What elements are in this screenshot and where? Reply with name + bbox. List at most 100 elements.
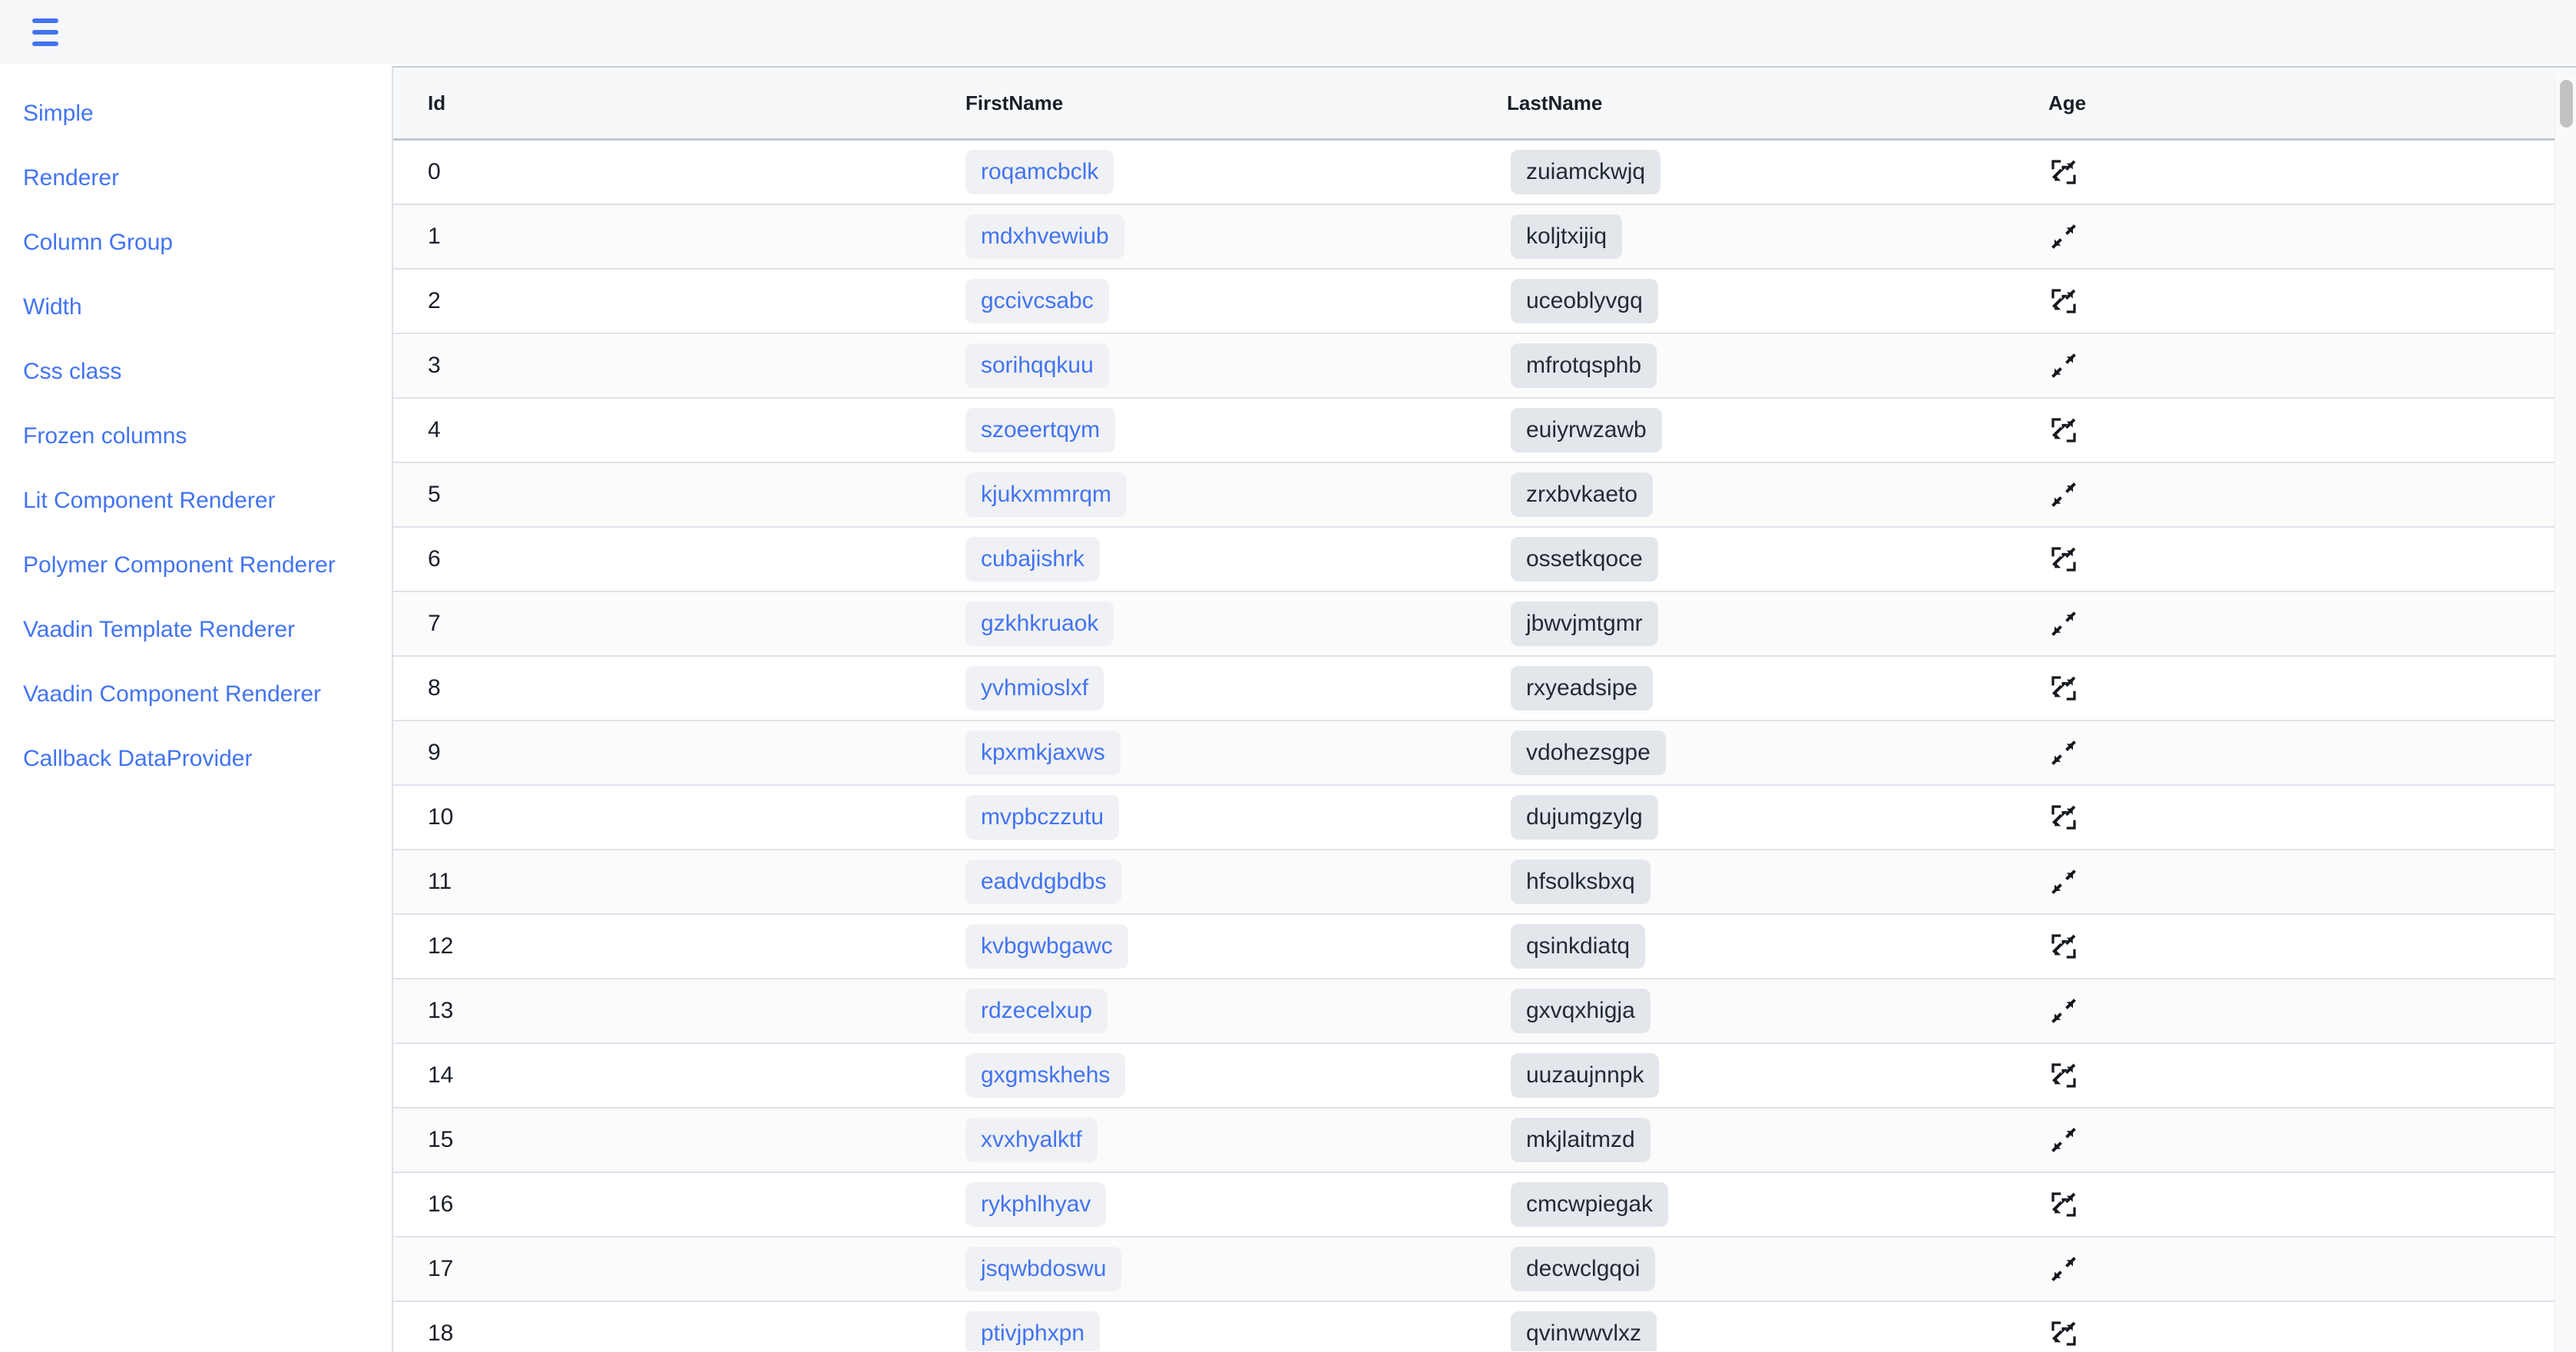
sidebar-item-vaadin-component-renderer[interactable]: Vaadin Component Renderer — [0, 662, 392, 727]
compress-icon[interactable] — [2048, 867, 2079, 897]
cell-id: 5 — [428, 463, 958, 526]
column-header-last-name[interactable]: LastName — [1507, 68, 1602, 138]
column-header-id[interactable]: Id — [428, 68, 445, 138]
compress-square-icon[interactable] — [2048, 1189, 2079, 1220]
first-name-link[interactable]: szoeertqym — [965, 408, 1116, 452]
sidebar-nav: Simple Renderer Column Group Width Css class… — [0, 65, 392, 1352]
compress-icon[interactable] — [2048, 1254, 2079, 1284]
sidebar-item-callback-dataprovider[interactable]: Callback DataProvider — [0, 727, 392, 791]
cell-last-name: dujumgzylg — [1503, 786, 2041, 849]
sidebar-item-simple[interactable]: Simple — [0, 81, 392, 146]
compress-icon[interactable] — [2048, 1125, 2079, 1155]
sidebar-item-renderer[interactable]: Renderer — [0, 146, 392, 210]
cell-first-name: mdxhvewiub — [958, 205, 1495, 268]
table-row[interactable]: 1 mdxhvewiub koljtxijiq — [393, 205, 2576, 270]
first-name-link[interactable]: kpxmkjaxws — [965, 731, 1121, 775]
first-name-link[interactable]: ptivjphxpn — [965, 1311, 1101, 1351]
first-name-link[interactable]: gzkhkruaok — [965, 601, 1114, 646]
sidebar-item-polymer-component-renderer[interactable]: Polymer Component Renderer — [0, 533, 392, 598]
cell-last-name: vdohezsgpe — [1503, 721, 2041, 784]
table-row[interactable]: 3 sorihqqkuu mfrotqsphb — [393, 334, 2576, 399]
vertical-scrollbar[interactable] — [2554, 75, 2576, 1352]
compress-square-icon[interactable] — [2048, 157, 2079, 187]
column-header-age[interactable]: Age — [2048, 68, 2086, 138]
sidebar-item-lit-component-renderer[interactable]: Lit Component Renderer — [0, 469, 392, 533]
compress-square-icon[interactable] — [2048, 673, 2079, 704]
first-name-link[interactable]: gxgmskhehs — [965, 1053, 1126, 1098]
sidebar-item-frozen-columns[interactable]: Frozen columns — [0, 404, 392, 469]
cell-id: 12 — [428, 915, 958, 978]
table-row[interactable]: 10 mvpbczzutu dujumgzylg — [393, 786, 2576, 850]
compress-square-icon[interactable] — [2048, 802, 2079, 833]
compress-square-icon[interactable] — [2048, 1318, 2079, 1349]
cell-last-name: qvinwwvlxz — [1503, 1302, 2041, 1351]
table-row[interactable]: 9 kpxmkjaxws vdohezsgpe — [393, 721, 2576, 786]
app-root: Simple Renderer Column Group Width Css class… — [0, 0, 2576, 1352]
table-row[interactable]: 15 xvxhyalktf mkjlaitmzd — [393, 1108, 2576, 1173]
last-name-value: uceoblyvgq — [1511, 279, 1658, 323]
first-name-link[interactable]: xvxhyalktf — [965, 1118, 1098, 1162]
column-header-first-name[interactable]: FirstName — [965, 68, 1063, 138]
first-name-link[interactable]: yvhmioslxf — [965, 666, 1104, 711]
last-name-value: dujumgzylg — [1511, 795, 1658, 840]
first-name-link[interactable]: mdxhvewiub — [965, 214, 1124, 259]
compress-square-icon[interactable] — [2048, 931, 2079, 962]
compress-square-icon[interactable] — [2048, 544, 2079, 575]
id-value: 17 — [428, 1256, 454, 1281]
first-name-link[interactable]: kjukxmmrqm — [965, 472, 1127, 517]
cell-last-name: koljtxijiq — [1503, 205, 2041, 268]
table-row[interactable]: 0 roqamcbclk zuiamckwjq — [393, 141, 2576, 205]
first-name-link[interactable]: rykphlhyav — [965, 1182, 1107, 1227]
first-name-link[interactable]: kvbgwbgawc — [965, 924, 1128, 969]
table-row[interactable]: 16 rykphlhyav cmcwpiegak — [393, 1173, 2576, 1238]
cell-id: 13 — [428, 979, 958, 1042]
first-name-link[interactable]: gccivcsabc — [965, 279, 1109, 323]
table-row[interactable]: 17 jsqwbdoswu decwclgqoi — [393, 1238, 2576, 1302]
compress-square-icon[interactable] — [2048, 286, 2079, 316]
first-name-link[interactable]: mvpbczzutu — [965, 795, 1120, 840]
last-name-value: koljtxijiq — [1511, 214, 1623, 259]
sidebar-item-column-group[interactable]: Column Group — [0, 210, 392, 275]
table-row[interactable]: 18 ptivjphxpn qvinwwvlxz — [393, 1302, 2576, 1351]
compress-icon[interactable] — [2048, 996, 2079, 1026]
table-row[interactable]: 12 kvbgwbgawc qsinkdiatq — [393, 915, 2576, 979]
first-name-link[interactable]: jsqwbdoswu — [965, 1247, 1122, 1291]
compress-square-icon[interactable] — [2048, 415, 2079, 446]
hamburger-menu-icon[interactable] — [22, 11, 69, 54]
cell-first-name: jsqwbdoswu — [958, 1238, 1495, 1301]
table-row[interactable]: 8 yvhmioslxf rxyeadsipe — [393, 657, 2576, 721]
first-name-link[interactable]: eadvdgbdbs — [965, 860, 1122, 904]
cell-last-name: qsinkdiatq — [1503, 915, 2041, 978]
table-row[interactable]: 5 kjukxmmrqm zrxbvkaeto — [393, 463, 2576, 528]
table-row[interactable]: 7 gzkhkruaok jbwvjmtgmr — [393, 592, 2576, 657]
compress-icon[interactable] — [2048, 479, 2079, 510]
first-name-link[interactable]: sorihqqkuu — [965, 343, 1109, 388]
table-row[interactable]: 6 cubajishrk ossetkqoce — [393, 528, 2576, 592]
compress-square-icon[interactable] — [2048, 1060, 2079, 1091]
compress-icon[interactable] — [2048, 608, 2079, 639]
table-row[interactable]: 2 gccivcsabc uceoblyvgq — [393, 270, 2576, 334]
cell-id: 0 — [428, 141, 958, 204]
cell-first-name: gxgmskhehs — [958, 1044, 1495, 1107]
sidebar-item-css-class[interactable]: Css class — [0, 340, 392, 404]
compress-icon[interactable] — [2048, 737, 2079, 768]
sidebar-item-vaadin-template-renderer[interactable]: Vaadin Template Renderer — [0, 598, 392, 662]
cell-last-name: decwclgqoi — [1503, 1238, 2041, 1301]
compress-icon[interactable] — [2048, 350, 2079, 381]
table-row[interactable]: 14 gxgmskhehs uuzaujnnpk — [393, 1044, 2576, 1108]
first-name-link[interactable]: rdzecelxup — [965, 989, 1108, 1033]
table-row[interactable]: 11 eadvdgbdbs hfsolksbxq — [393, 850, 2576, 915]
cell-first-name: szoeertqym — [958, 399, 1495, 462]
cell-id: 18 — [428, 1302, 958, 1351]
first-name-link[interactable]: cubajishrk — [965, 537, 1101, 582]
sidebar-item-width[interactable]: Width — [0, 275, 392, 340]
grid-header-row: Id FirstName LastName Age — [393, 68, 2576, 141]
last-name-value: rxyeadsipe — [1511, 666, 1654, 711]
last-name-value: qsinkdiatq — [1511, 924, 1646, 969]
first-name-link[interactable]: roqamcbclk — [965, 150, 1114, 194]
compress-icon[interactable] — [2048, 221, 2079, 252]
table-row[interactable]: 13 rdzecelxup gxvqxhigja — [393, 979, 2576, 1044]
scrollbar-thumb[interactable] — [2560, 80, 2573, 128]
table-row[interactable]: 4 szoeertqym euiyrwzawb — [393, 399, 2576, 463]
cell-age — [2041, 399, 2571, 462]
